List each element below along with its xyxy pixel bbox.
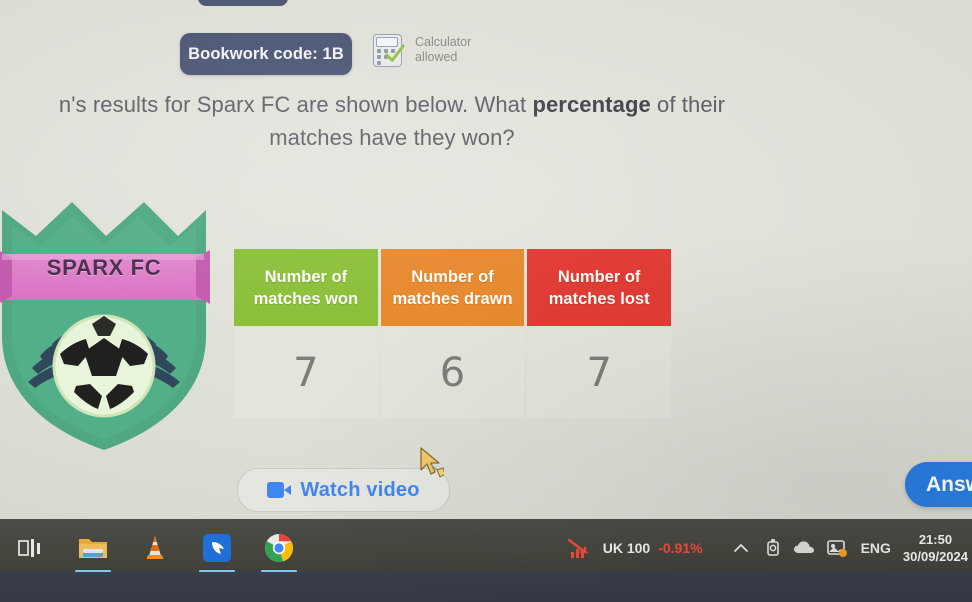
watch-video-label: Watch video <box>300 478 420 501</box>
system-tray: UK 100 -0.91% ENG 21:50 30/09/2024 <box>567 519 972 577</box>
calculator-text-line1: Calculator <box>415 35 472 49</box>
green-check-icon <box>385 44 405 62</box>
video-camera-icon <box>267 482 292 498</box>
taskbar-item-blue-app[interactable] <box>186 519 248 577</box>
photographed-screen: Bookwork code: 1B Calculator allowed n's… <box>0 0 972 602</box>
stock-down-chart-icon <box>567 538 589 558</box>
crest-club-name: SPARX FC <box>46 255 162 280</box>
header-lost-line2: matches lost <box>548 289 650 308</box>
input-language-indicator[interactable]: ENG <box>861 540 891 556</box>
header-lost-line1: Number of <box>557 267 641 286</box>
clock-time: 21:50 <box>918 532 953 547</box>
cropped-top-button[interactable] <box>198 0 288 6</box>
photos-notification-icon[interactable] <box>821 519 853 577</box>
taskbar-item-vlc-media-player[interactable] <box>124 519 186 577</box>
bookwork-code-label: Bookwork code: 1B <box>188 44 344 63</box>
calculator-allowed-indicator: Calculator allowed <box>372 32 471 68</box>
table-header-matches-drawn: Number of matches drawn <box>380 249 525 326</box>
calculator-allowed-text: Calculator allowed <box>415 35 471 65</box>
header-won-line1: Number of <box>264 267 348 286</box>
clock-and-date[interactable]: 21:50 30/09/2024 <box>903 531 968 565</box>
table-header-matches-won: Number of matches won <box>234 249 378 326</box>
taskbar-app-list <box>0 519 310 577</box>
taskbar-item-task-view[interactable] <box>0 519 62 577</box>
blue-app-icon <box>203 534 231 562</box>
task-view-icon <box>18 539 40 557</box>
answer-button-label: Answ <box>926 472 972 496</box>
table-header-row: Number of matches won Number of matches … <box>234 249 672 326</box>
mouse-cursor <box>420 447 444 478</box>
value-matches-won: 7 <box>234 328 378 418</box>
table-header-matches-lost: Number of matches lost <box>527 249 672 326</box>
answer-button[interactable]: Answ <box>905 462 972 507</box>
stock-name-label: UK 100 <box>602 540 651 556</box>
below-screen-area <box>0 572 972 602</box>
table-value-row: 7 6 7 <box>234 328 672 418</box>
show-hidden-icons-chevron-icon[interactable] <box>725 519 757 577</box>
file-explorer-icon <box>79 539 107 558</box>
header-drawn-line2: matches drawn <box>392 289 513 308</box>
weather-cloud-icon[interactable] <box>789 519 821 577</box>
question-emphasis: percentage <box>532 92 651 117</box>
results-table: Number of matches won Number of matches … <box>234 249 672 418</box>
header-drawn-line1: Number of <box>411 267 494 286</box>
windows-taskbar: UK 100 -0.91% ENG 21:50 30/09/2024 <box>0 519 972 577</box>
sparx-fc-crest-logo <box>0 202 210 450</box>
calculator-icon <box>372 32 406 68</box>
question-line1-suffix: of their <box>650 92 726 117</box>
question-line1-prefix: n's results for Sparx FC are shown below… <box>58 92 533 117</box>
question-text: n's results for Sparx FC are shown below… <box>0 88 820 154</box>
value-matches-lost: 7 <box>527 328 672 418</box>
bookwork-code-badge: Bookwork code: 1B <box>180 33 352 75</box>
taskbar-item-google-chrome[interactable] <box>248 519 310 577</box>
question-line2: matches have they won? <box>269 125 515 150</box>
value-matches-drawn: 6 <box>380 328 525 418</box>
header-won-line2: matches won <box>253 289 359 308</box>
stock-change-label: -0.91% <box>658 540 703 556</box>
vlc-cone-icon <box>146 536 164 559</box>
google-chrome-icon <box>265 534 293 562</box>
taskbar-item-file-explorer[interactable] <box>62 519 124 577</box>
clock-date: 30/09/2024 <box>902 549 968 564</box>
onedrive-sync-icon[interactable] <box>757 519 789 577</box>
calculator-text-line2: allowed <box>415 50 458 64</box>
stock-ticker-widget[interactable]: UK 100 -0.91% <box>567 536 703 560</box>
